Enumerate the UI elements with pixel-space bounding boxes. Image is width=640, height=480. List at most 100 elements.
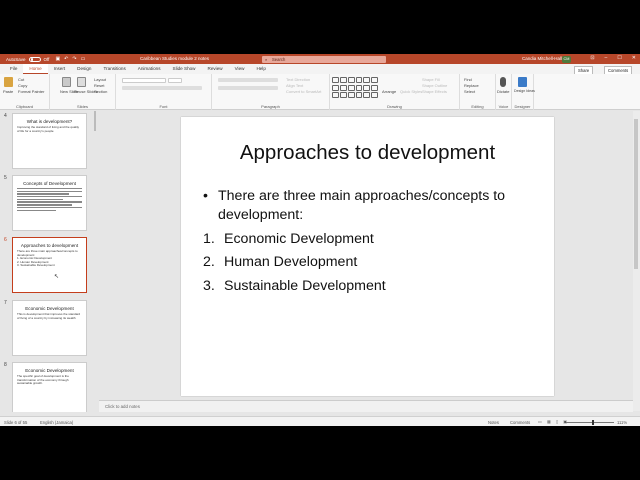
slide-content[interactable]: • There are three main approaches/concep… <box>203 187 543 296</box>
slide-title[interactable]: Approaches to development <box>181 141 554 165</box>
shape-bracket-icon[interactable] <box>347 92 355 99</box>
tab-view[interactable]: View <box>229 64 251 74</box>
shape-rounded-icon[interactable] <box>339 84 347 91</box>
font-name-dropdown[interactable] <box>122 78 166 83</box>
undo-icon[interactable]: ↶ <box>64 56 68 62</box>
replace-button[interactable]: Replace <box>464 83 479 88</box>
layout-button[interactable]: Layout <box>94 77 106 82</box>
shape-connector-icon[interactable] <box>332 92 339 99</box>
notes-button[interactable]: Notes <box>488 420 499 425</box>
tab-file[interactable]: File <box>4 64 23 74</box>
autosave-toggle[interactable]: AutoSave Off <box>6 56 49 62</box>
slide-scrollbar[interactable] <box>633 111 640 411</box>
reading-view-icon[interactable]: ▯ <box>556 419 558 424</box>
minimize-icon[interactable]: – <box>605 55 608 61</box>
tab-review[interactable]: Review <box>202 64 229 74</box>
section-button[interactable]: Section <box>94 89 107 94</box>
slide-thumbnail[interactable]: Economic Development The specific goal o… <box>12 362 87 412</box>
slideshow-icon[interactable]: ▭ <box>81 56 86 62</box>
status-comments-button[interactable]: Comments <box>510 420 530 425</box>
tab-help[interactable]: Help <box>250 64 271 74</box>
format-painter-button[interactable]: Format Painter <box>18 89 44 94</box>
zoom-slider[interactable] <box>566 421 614 423</box>
copy-button[interactable]: Copy <box>18 83 27 88</box>
shape-heart-icon[interactable] <box>355 92 363 99</box>
shape-fill-button[interactable]: Shape Fill <box>422 77 440 82</box>
shape-arrow-icon[interactable] <box>347 77 355 83</box>
font-format-buttons[interactable] <box>122 86 202 90</box>
zoom-slider-handle[interactable] <box>592 419 594 425</box>
notes-pane[interactable]: Click to add notes <box>99 400 633 412</box>
slide-thumbnail-selected[interactable]: Approaches to development There are thre… <box>12 237 87 293</box>
current-slide[interactable]: Approaches to development • There are th… <box>181 117 554 396</box>
shape-star-icon[interactable] <box>355 84 363 91</box>
drawing-label: Drawing <box>387 104 402 109</box>
paste-button[interactable]: Paste <box>3 89 13 94</box>
arrange-button[interactable]: Arrange <box>382 89 396 94</box>
maximize-icon[interactable]: ☐ <box>617 55 621 61</box>
list-buttons[interactable] <box>218 78 278 82</box>
tab-animations[interactable]: Animations <box>132 64 167 74</box>
shape-line-icon[interactable] <box>339 77 347 83</box>
font-size-dropdown[interactable] <box>168 78 182 83</box>
shape-rectangle-icon[interactable] <box>332 77 339 83</box>
design-ideas-button[interactable]: Design Ideas <box>514 89 535 93</box>
shape-expand-icon[interactable] <box>371 92 378 99</box>
quick-styles-button[interactable]: Quick Styles <box>400 89 422 94</box>
shape-cloud-icon[interactable] <box>363 92 371 99</box>
tab-home[interactable]: Home <box>23 64 48 74</box>
shape-textbox-icon[interactable] <box>332 84 339 91</box>
new-slide-icon[interactable] <box>62 77 71 87</box>
convert-smartart-button[interactable]: Convert to SmartArt <box>286 89 321 94</box>
reuse-slides-icon[interactable] <box>77 77 86 87</box>
alignment-buttons[interactable] <box>218 86 278 90</box>
user-name[interactable]: Candia Mitchell-Hall <box>522 56 562 61</box>
scrollbar-thumb[interactable] <box>634 119 638 269</box>
save-icon[interactable]: ▣ <box>55 56 60 62</box>
ribbon-display-icon[interactable]: ⊡ <box>590 55 594 61</box>
tab-design[interactable]: Design <box>71 64 97 74</box>
slide-sorter-icon[interactable]: ▦ <box>547 419 551 424</box>
shape-more-icon[interactable] <box>371 84 378 91</box>
text-direction-button[interactable]: Text Direction <box>286 77 310 82</box>
shape-brace-icon[interactable] <box>371 77 378 83</box>
shape-pentagon-icon[interactable] <box>339 92 347 99</box>
reset-button[interactable]: Reset <box>94 83 104 88</box>
cut-button[interactable]: Cut <box>18 77 24 82</box>
close-icon[interactable]: ✕ <box>632 55 636 61</box>
redo-icon[interactable]: ↷ <box>72 56 76 62</box>
ribbon: Paste Cut Copy Format Painter Clipboard … <box>0 74 640 110</box>
avatar[interactable]: CM <box>562 55 571 63</box>
thumbnails-scrollbar[interactable] <box>94 111 96 131</box>
shape-triangle-icon[interactable] <box>363 77 371 83</box>
search-box[interactable]: ⌕ Search <box>262 55 386 63</box>
slide-thumbnail[interactable]: What is development? Improving the stand… <box>12 113 87 169</box>
ribbon-tabs: File Home Insert Design Transitions Anim… <box>0 64 640 75</box>
voice-group: Dictate Voice <box>496 74 512 110</box>
item-number: 3. <box>203 277 215 294</box>
shapes-gallery[interactable] <box>332 77 378 99</box>
tab-transitions[interactable]: Transitions <box>97 64 131 74</box>
slide-thumbnail[interactable]: Economic Development This is development… <box>12 300 87 356</box>
thumbnail-text: Improving the standard of living and the… <box>17 125 80 133</box>
shape-oval-icon[interactable] <box>355 77 363 83</box>
shape-callout-icon[interactable] <box>363 84 371 91</box>
align-text-button[interactable]: Align Text <box>286 83 303 88</box>
toggle-switch-icon[interactable] <box>28 56 41 62</box>
find-button[interactable]: Find <box>464 77 472 82</box>
select-button[interactable]: Select <box>464 89 475 94</box>
slide-thumbnail[interactable]: Concepts of Development <box>12 175 87 231</box>
slide-thumbnails-pane[interactable]: 4 What is development? Improving the sta… <box>0 111 96 412</box>
normal-view-icon[interactable]: ▭ <box>538 419 542 424</box>
design-ideas-icon[interactable] <box>518 77 527 87</box>
shape-effects-button[interactable]: Shape Effects <box>422 89 447 94</box>
zoom-level[interactable]: 111% <box>617 420 627 425</box>
shape-outline-button[interactable]: Shape Outline <box>422 83 447 88</box>
paste-icon[interactable] <box>4 77 13 87</box>
shape-curve-icon[interactable] <box>347 84 355 91</box>
tab-slide-show[interactable]: Slide Show <box>167 64 202 74</box>
microphone-icon[interactable] <box>500 77 506 87</box>
tab-insert[interactable]: Insert <box>48 64 72 74</box>
language-indicator[interactable]: English (Jamaica) <box>40 420 73 425</box>
dictate-button[interactable]: Dictate <box>497 89 509 94</box>
